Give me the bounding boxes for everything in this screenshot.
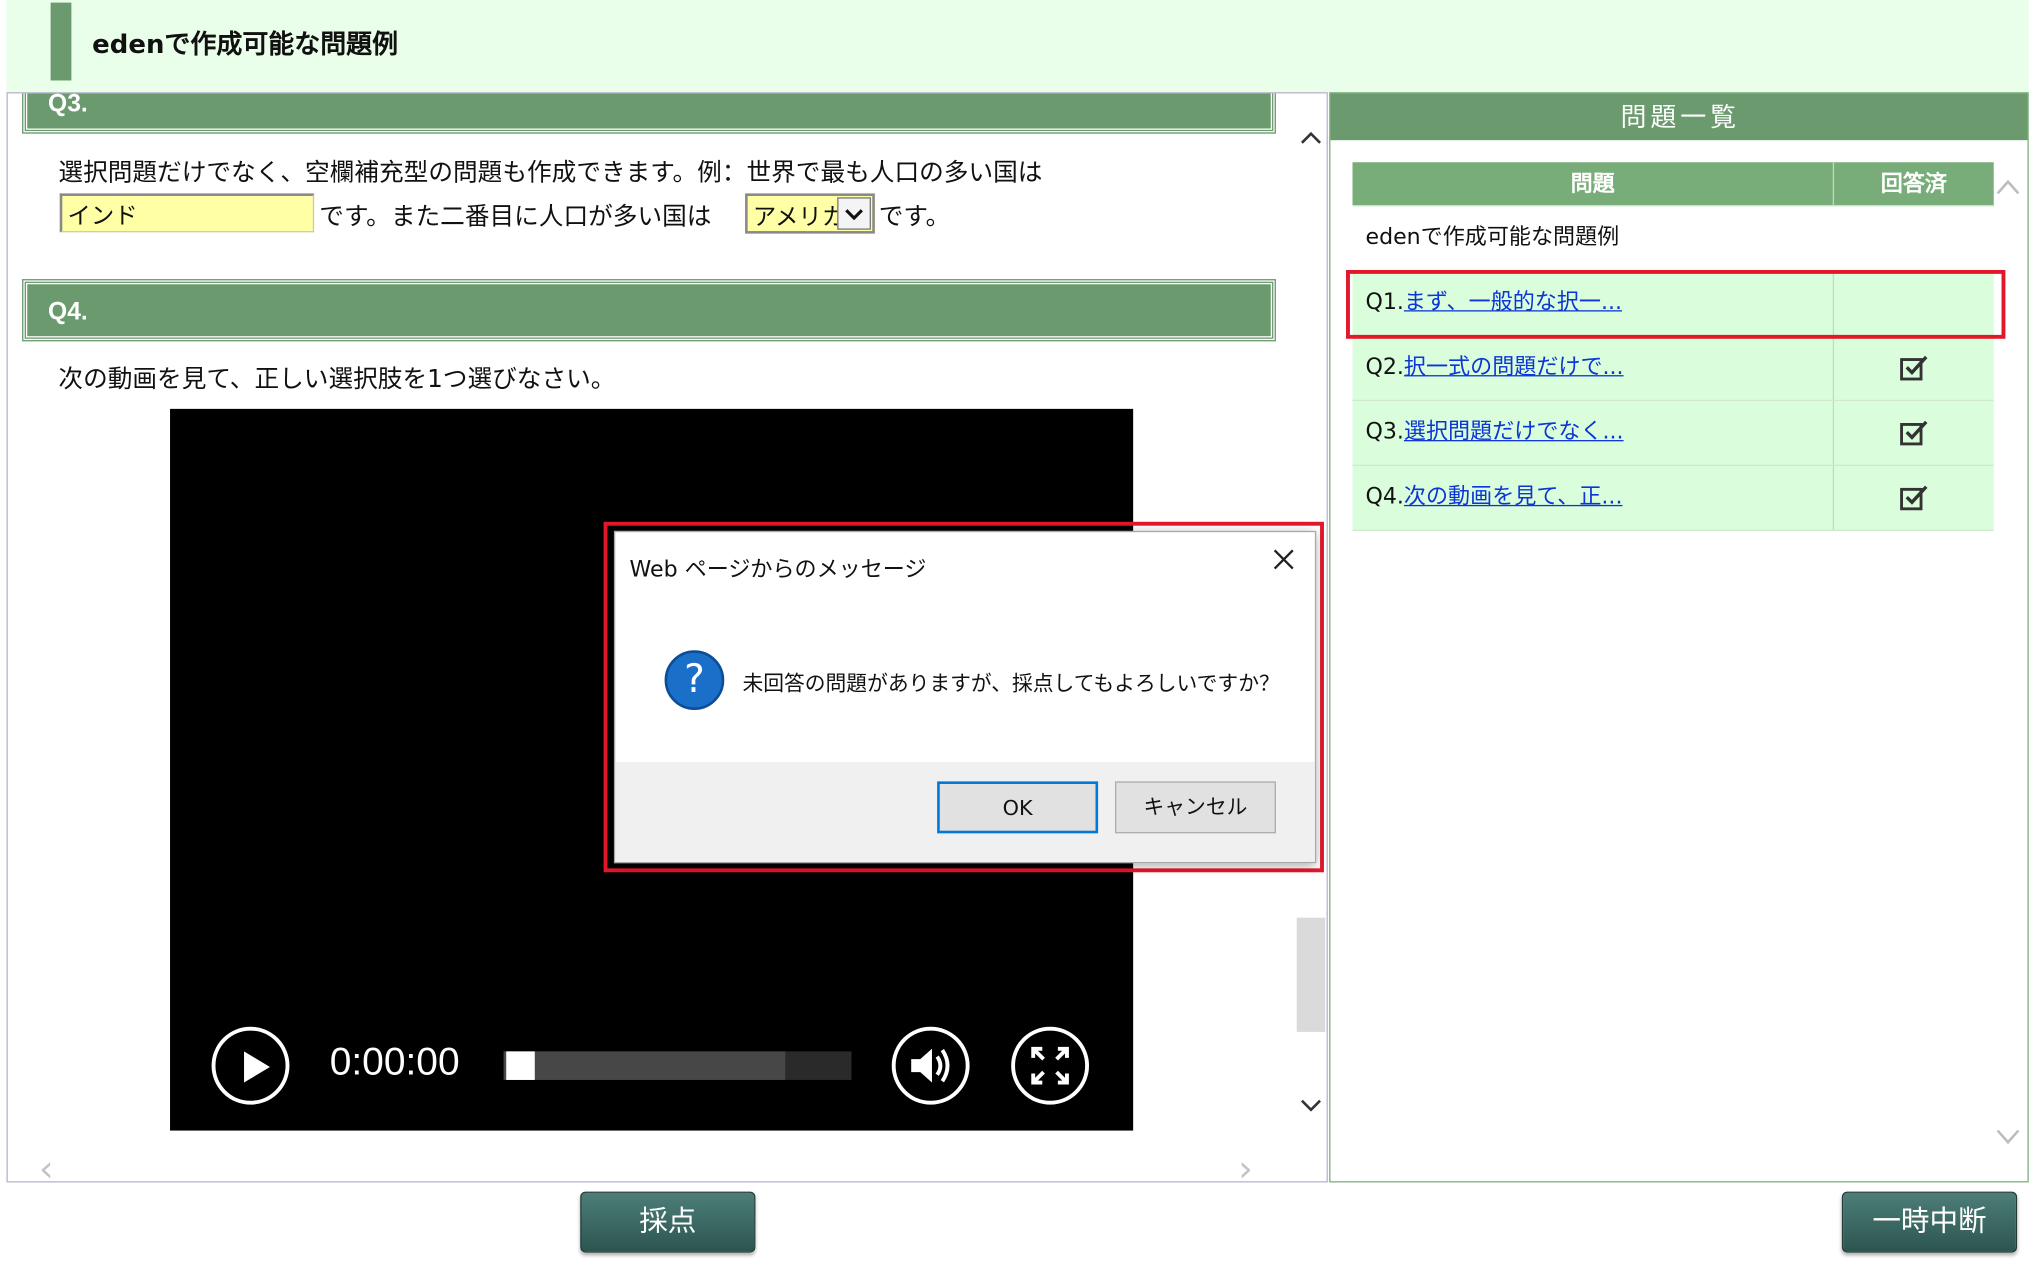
table-header-row: 問題 回答済 (1352, 162, 1994, 207)
video-buffered-bar (503, 1051, 786, 1080)
dialog-footer: OK キャンセル (615, 761, 1315, 862)
q3-link[interactable]: 選択問題だけでなく... (1404, 419, 1624, 445)
right-scroll-up-icon[interactable] (1995, 171, 2021, 203)
dialog-title: Web ページからのメッセージ (629, 556, 927, 583)
checkbox-checked-icon (1898, 418, 1929, 452)
left-scroll-thumb[interactable] (1296, 917, 1326, 1032)
checkbox-checked-icon (1898, 483, 1929, 517)
table-row-q4[interactable]: Q4.次の動画を見て、正... (1352, 465, 1994, 531)
q4-heading-bar: Q4. (22, 279, 1276, 342)
grade-button[interactable]: 採点 (580, 1191, 756, 1253)
q3-text-line1: 選択問題だけでなく、空欄補充型の問題も作成できます。例：世界で最も人口の多い国は (58, 158, 1043, 187)
q3-prefix: Q3. (1365, 419, 1404, 446)
q3-heading: Q3. (48, 92, 88, 119)
q3-text-mid: です。また二番目に人口が多い国は (319, 202, 712, 232)
q3-select-value: アメリカ (752, 203, 846, 232)
volume-icon[interactable] (891, 1026, 970, 1105)
scroll-up-icon[interactable] (1297, 125, 1326, 151)
cancel-button[interactable]: キャンセル (1114, 781, 1276, 834)
close-icon[interactable] (1271, 543, 1297, 582)
q4-text: 次の動画を見て、正しい選択肢を1つ選びなさい。 (58, 364, 616, 394)
dialog-message: 未回答の問題がありますが、採点してもよろしいですか？ (742, 671, 1280, 696)
right-scroll-down-icon[interactable] (1995, 1121, 2021, 1153)
page-header: edenで作成可能な問題例 (6, 0, 2029, 93)
q3-text-end: です。 (878, 202, 951, 232)
video-time: 0:00:00 (329, 1040, 460, 1084)
table-row-q3[interactable]: Q3.選択問題だけでなく... (1352, 401, 1994, 466)
question-set-title: edenで作成可能な問題例 (1365, 224, 1620, 251)
scroll-left-icon[interactable]: ‹ (39, 1147, 54, 1181)
question-list-title: 問題一覧 (1330, 93, 2028, 141)
app-root: edenで作成可能な問題例 Q3. 選択問題だけでなく、空欄補充型の問題も作成で… (0, 0, 2034, 1276)
confirm-dialog: Web ページからのメッセージ ? 未回答の問題がありますが、採点してもよろしい… (613, 530, 1317, 864)
checkbox-checked-icon (1898, 353, 1929, 387)
column-header-answered: 回答済 (1832, 162, 1994, 206)
pause-button[interactable]: 一時中断 (1841, 1191, 2018, 1253)
play-icon[interactable] (211, 1026, 290, 1105)
q3-blank-select[interactable]: アメリカ (745, 193, 875, 234)
video-seek-bar[interactable] (503, 1051, 852, 1080)
table-row-q2[interactable]: Q2.択一式の問題だけで... (1352, 336, 1994, 402)
chevron-down-icon[interactable] (837, 197, 871, 230)
header-accent-bar (50, 2, 72, 81)
q2-link[interactable]: 択一式の問題だけで... (1404, 354, 1624, 380)
scroll-right-icon[interactable]: › (1238, 1147, 1253, 1181)
q3-heading-bar: Q3. (22, 92, 1276, 134)
q4-prefix: Q4. (1365, 484, 1404, 511)
question-icon: ? (664, 650, 725, 711)
column-header-question: 問題 (1570, 171, 1615, 198)
q1-highlight-box (1346, 269, 2006, 339)
q4-heading: Q4. (48, 298, 88, 326)
fullscreen-icon[interactable] (1011, 1026, 1090, 1105)
scroll-down-icon[interactable] (1297, 1093, 1326, 1119)
table-row-title: edenで作成可能な問題例 (1352, 206, 1994, 272)
q3-blank-input[interactable] (59, 193, 315, 233)
q4-link[interactable]: 次の動画を見て、正... (1404, 484, 1623, 510)
q2-prefix: Q2. (1365, 354, 1404, 381)
question-list-panel: 問題一覧 問題 回答済 edenで作成可能な問題例 Q1.まず、一般的な択一..… (1329, 92, 2029, 1183)
ok-button[interactable]: OK (937, 781, 1099, 834)
page-title: edenで作成可能な問題例 (92, 28, 399, 60)
video-seek-thumb[interactable] (506, 1051, 535, 1080)
left-horizontal-scrollbar[interactable]: ‹ › (36, 1147, 1269, 1181)
